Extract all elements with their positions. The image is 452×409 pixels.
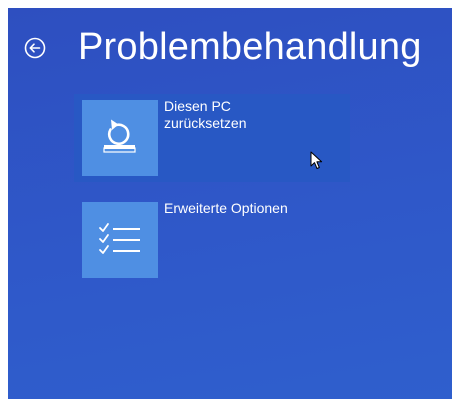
back-arrow-circle-icon (24, 37, 46, 59)
page-title: Problembehandlung (78, 26, 422, 68)
option-reset-pc[interactable]: Diesen PC zurücksetzen (74, 94, 350, 182)
reset-pc-icon (103, 119, 136, 153)
option-advanced-options[interactable]: Erweiterte Optionen (74, 196, 350, 284)
mouse-pointer-icon (310, 151, 324, 171)
option-tile (82, 202, 158, 278)
checklist-icon (99, 223, 140, 254)
option-tile (82, 100, 158, 176)
option-label-line: Diesen PC (164, 98, 231, 114)
option-label: Erweiterte Optionen (164, 200, 344, 217)
recovery-screen: Problembehandlung Diesen PC zurücksetzen (8, 8, 452, 399)
option-label-line: zurücksetzen (164, 115, 247, 131)
option-label-line: Erweiterte Optionen (164, 200, 288, 216)
option-label: Diesen PC zurücksetzen (164, 98, 344, 132)
back-button[interactable] (24, 37, 46, 59)
